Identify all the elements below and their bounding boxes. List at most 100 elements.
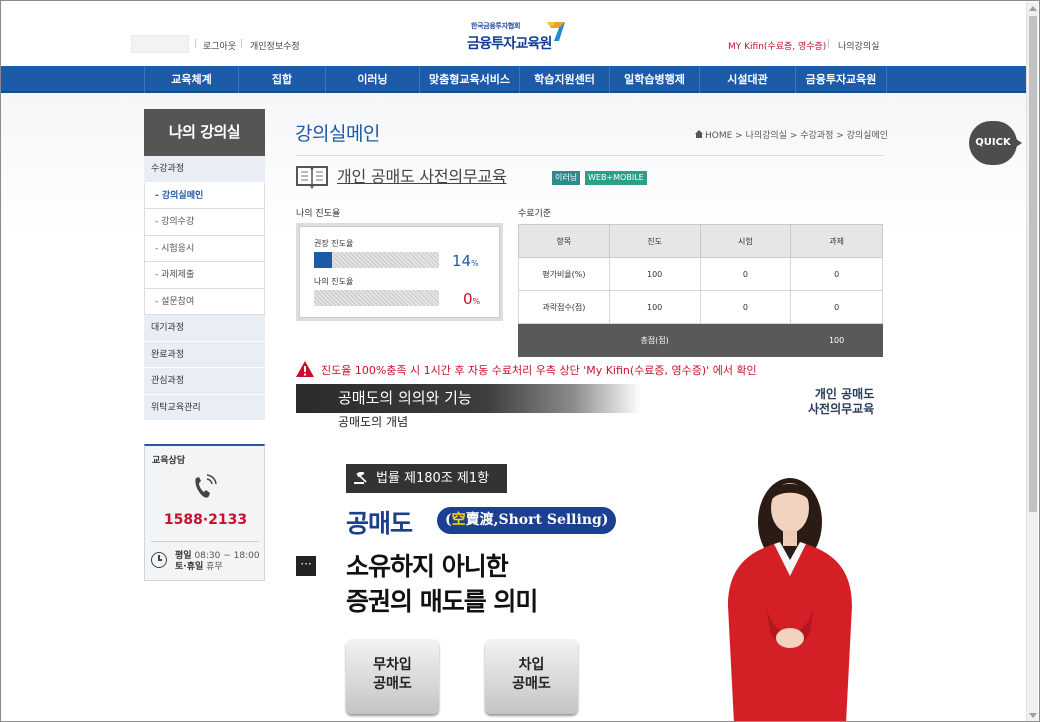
table-row: 평가비율(%) 100 0 0 [518,257,883,291]
quick-menu-button[interactable]: QUICK [969,121,1022,165]
definition-line2: 증권의 매도를 의미 [346,587,538,616]
paren-open: ( [445,512,452,528]
definition-text: 소유하지 아니한 증권의 매도를 의미 [346,549,538,619]
divider [295,155,884,156]
browser-frame: | 로그아웃 | 개인정보수정 한국금융투자협회 금융투자교육원 MY Kifi… [0,0,1040,722]
top-bar: | 로그아웃 | 개인정보수정 한국금융투자협회 금융투자교육원 MY Kifi… [1,1,1027,66]
clock-icon [151,552,167,568]
separator: | [240,39,244,49]
scrollbar[interactable] [1026,2,1038,721]
nav-item[interactable]: 이러닝 [325,66,419,93]
column-header: 과제 [790,224,883,258]
book-icon [296,166,328,189]
video-subheading: 공매도의 개념 [338,415,409,429]
nav-item[interactable]: 금융투자교육원 [795,66,887,93]
video-course-label-line1: 개인 공매도 [814,387,875,401]
sidebar-item-completed[interactable]: 완료과정 [144,341,265,368]
user-name-box [131,35,189,53]
course-title[interactable]: 개인 공매도 사전의무교육 [337,163,507,187]
completion-warning: 진도율 100%충족 시 1시간 후 자동 수료처리 우측 상단 'My Kif… [321,364,757,377]
breadcrumb: HOME > 나의강의실 > 수강과정 > 강의실메인 [695,128,888,141]
card-line1: 무차입 [373,657,412,673]
consult-title: 교육상담 [152,456,186,466]
my-progress-bar [314,290,439,306]
scroll-thumb[interactable] [1029,16,1037,512]
my-progress-number: 0 [463,290,473,308]
page-title: 강의실메인 [295,123,380,145]
logo-title: 금융투자교육원 [467,36,552,52]
progress-section-label: 나의 진도율 [296,209,341,219]
card-line1: 차입 [518,657,545,673]
recommended-progress-value: 14% [452,252,479,270]
edit-info-link[interactable]: 개인정보수정 [250,39,300,52]
bullet-icon: ··· [296,556,316,576]
presenter-image [728,478,852,721]
table-header-row: 항목 진도 시험 과제 [518,224,883,258]
divider [151,541,259,542]
web-mobile-badge: WEB+MOBILE [585,171,647,185]
table-cell: 0 [790,257,883,291]
nav-item[interactable]: 집합 [238,66,325,93]
column-header: 진도 [608,224,701,258]
business-hours: 평일 08:30 ~ 18:00 토·휴일 휴무 [175,551,260,573]
definition-line1: 소유하지 아니한 [346,552,509,581]
logout-link[interactable]: 로그아웃 [203,39,236,52]
short-selling-hanja: (空賣渡,Short Selling) [437,507,617,534]
lecture-video[interactable]: 공매도의 의의와 기능 공매도의 개념 개인 공매도 사전의무교육 법률 제18… [296,384,883,721]
sidebar-sub-assignment[interactable]: - 과제제출 [144,262,265,289]
paren-close: ) [601,512,609,528]
consult-phone-number: 1588·2133 [163,512,248,528]
logo-mark-icon [547,22,565,41]
my-classroom-link[interactable]: 나의강의실 [838,39,879,52]
sidebar-sub-survey[interactable]: - 설문참여 [144,288,265,315]
table-cell: 0 [699,290,792,324]
recommended-progress-fill [314,252,332,268]
gavel-icon [354,472,367,484]
column-header: 시험 [699,224,792,258]
progress-box: 권장 진도율 14% 나의 진도율 0% [296,223,503,321]
nav-item[interactable]: 일학습병행제 [609,66,699,93]
scroll-down-arrow-icon[interactable] [1029,713,1037,718]
sidebar-sub-lecture[interactable]: - 강의수강 [144,209,265,236]
separator: | [194,39,198,49]
my-progress-value: 0% [463,290,480,308]
sidebar-item-consign[interactable]: 위탁교육관리 [144,394,265,421]
card-line2: 공매도 [512,676,551,692]
consult-box: 교육상담 1588·2133 평일 08:30 ~ 18:00 토·휴일 휴무 [144,444,265,581]
weekday-label: 평일 [175,551,192,561]
nav-item[interactable]: 학습지원센터 [519,66,609,93]
law-reference: 법률 제180조 제1항 [346,464,507,493]
sidebar-item-interest[interactable]: 관심과정 [144,368,265,395]
weekend-hours: 휴무 [206,562,223,572]
table-cell: 평가비율(%) [518,257,610,291]
short-selling-word: 공매도 [346,509,413,538]
sidebar-sub-exam[interactable]: - 시험응시 [144,235,265,262]
hanja-rest: 賣渡,Short Selling [465,512,602,528]
elearning-badge: 이러닝 [552,171,581,185]
table-total-row: 총점(점) 100 [517,323,883,357]
nav-item[interactable]: 맞춤형교육서비스 [419,66,519,93]
phone-icon [195,474,217,498]
site-logo[interactable]: 한국금융투자협회 금융투자교육원 [463,19,569,53]
my-progress-label: 나의 진도율 [314,277,354,286]
weekend-label: 토·휴일 [175,562,204,572]
card-line2: 공매도 [373,676,412,692]
sidebar-item-ongoing[interactable]: 수강과정 [144,156,265,183]
table-row: 과락점수(점) 100 0 0 [518,290,883,324]
recommended-progress-bar [314,252,439,268]
table-cell: 과락점수(점) [518,290,610,324]
scroll-up-arrow-icon[interactable] [1029,6,1037,11]
nav-item[interactable]: 교육체계 [144,66,238,93]
law-reference-text: 법률 제180조 제1항 [376,471,490,486]
logo-subtitle: 한국금융투자협회 [471,22,521,30]
sidebar-sub-classroom-main[interactable]: - 강의실메인 [144,182,265,209]
my-kifin-link[interactable]: MY Kifin(수료증, 영수증) [728,39,826,52]
total-label: 총점(점) [517,323,792,357]
sidebar-menu: 수강과정 - 강의실메인 - 강의수강 - 시험응시 - 과제제출 - 설문참여… [144,156,265,421]
criteria-table: 항목 진도 시험 과제 평가비율(%) 100 0 0 과락점수(점) 100 … [517,224,883,357]
sidebar-item-waiting[interactable]: 대기과정 [144,315,265,342]
naked-short-card: 무차입 공매도 [346,639,439,714]
table-cell: 0 [699,257,792,291]
main-nav: 교육체계 집합 이러닝 맞춤형교육서비스 학습지원센터 일학습병행제 시설대관 … [1,66,1027,93]
nav-item[interactable]: 시설대관 [699,66,795,93]
